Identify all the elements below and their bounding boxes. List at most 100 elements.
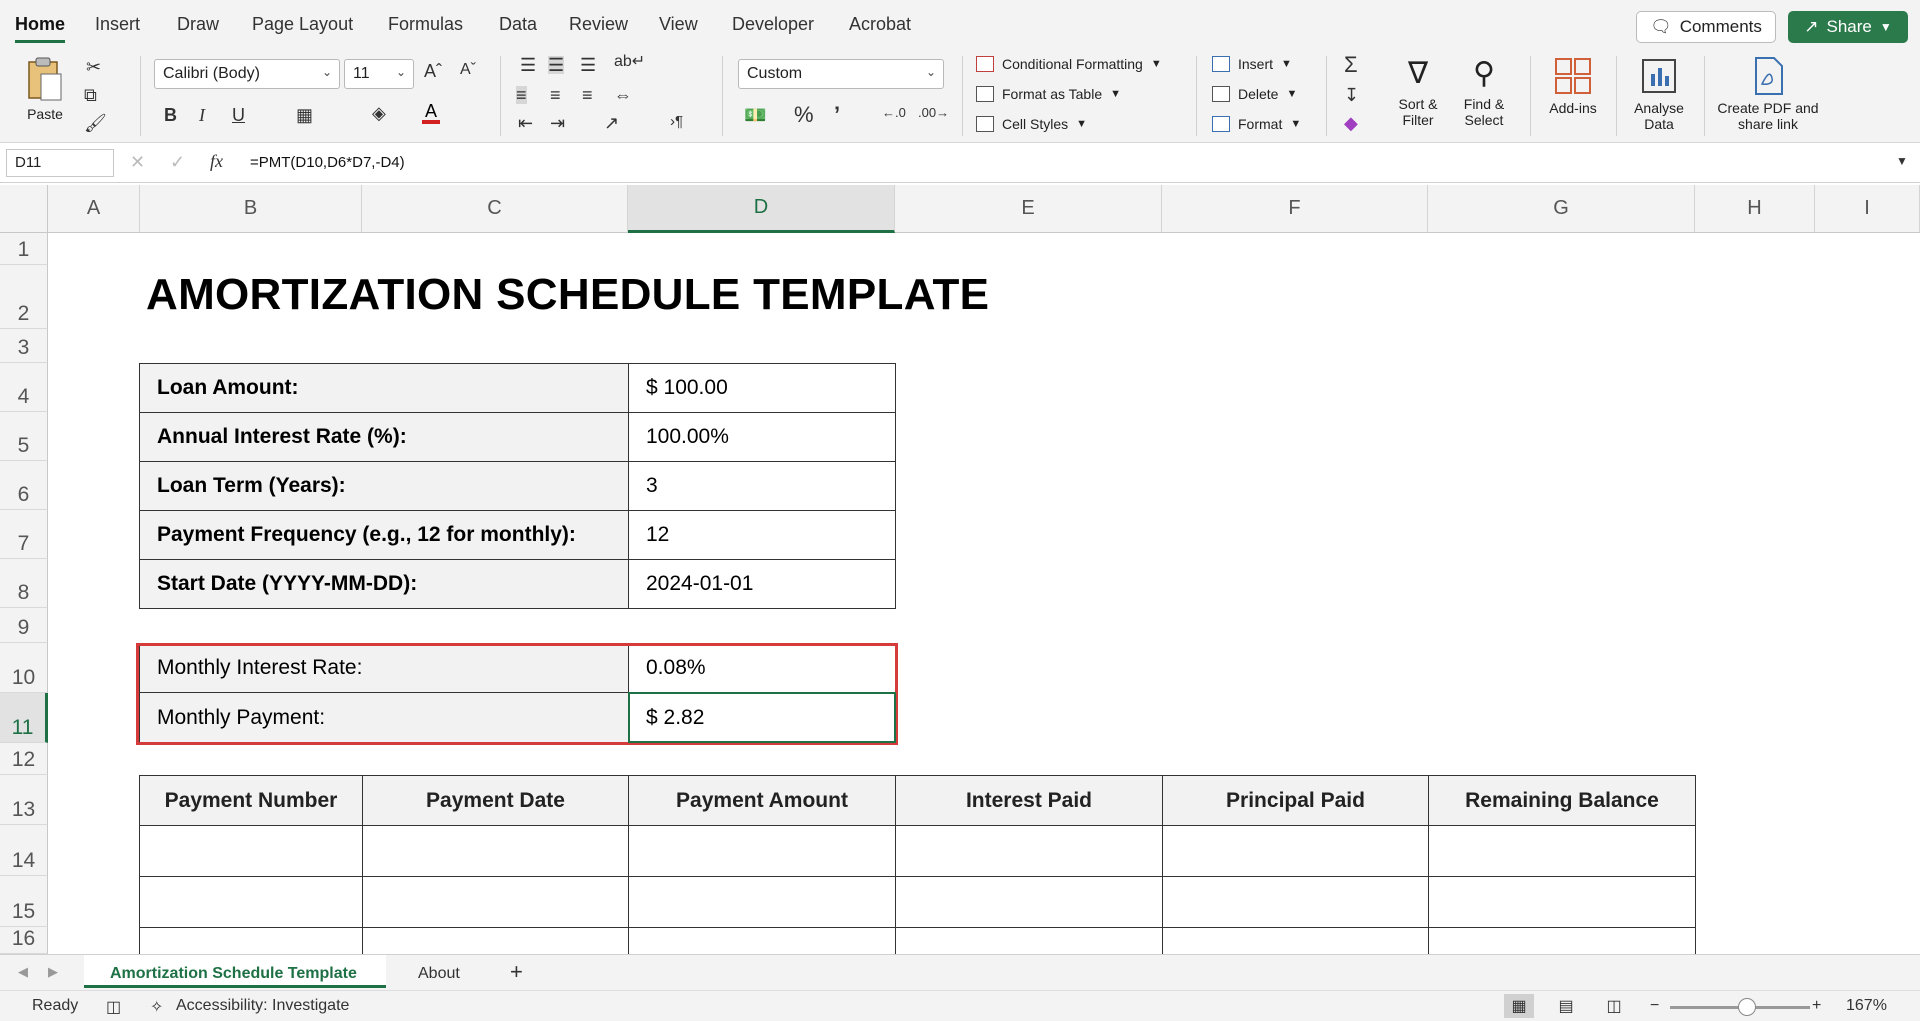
merge-center-icon[interactable]: ⇔: [614, 86, 632, 104]
schedule-cell[interactable]: [362, 825, 629, 877]
select-all-corner[interactable]: [0, 185, 48, 233]
schedule-cell[interactable]: [895, 876, 1163, 928]
align-left-icon[interactable]: ≡: [516, 86, 527, 104]
zoom-in-icon[interactable]: +: [1812, 997, 1821, 1015]
accessibility-icon[interactable]: ✧: [150, 997, 163, 1017]
accessibility-status[interactable]: Accessibility: Investigate: [176, 997, 349, 1015]
schedule-cell[interactable]: [1162, 825, 1429, 877]
row-header-selected[interactable]: 11: [0, 693, 48, 743]
column-header[interactable]: F: [1162, 185, 1428, 233]
formula-input[interactable]: =PMT(D10,D6*D7,-D4): [250, 154, 405, 171]
schedule-header-cell[interactable]: Principal Paid: [1162, 775, 1429, 826]
percent-style-icon[interactable]: %: [794, 104, 814, 126]
tab-draw[interactable]: Draw: [177, 14, 219, 35]
zoom-level[interactable]: 167%: [1846, 997, 1887, 1015]
enter-icon[interactable]: ✓: [170, 153, 185, 171]
tab-view[interactable]: View: [659, 14, 698, 35]
increase-font-icon[interactable]: Aˆ: [424, 62, 442, 80]
column-header[interactable]: H: [1695, 185, 1815, 233]
sheet-tab-amortization[interactable]: Amortization Schedule Template: [110, 965, 357, 983]
insert-function-icon[interactable]: fx: [210, 152, 223, 170]
row-header[interactable]: 4: [0, 363, 48, 412]
expand-formula-icon[interactable]: ▼: [1896, 155, 1908, 167]
cell-styles-button[interactable]: Cell Styles ▼: [976, 116, 1087, 132]
number-format-select[interactable]: Custom ⌄: [738, 59, 944, 89]
schedule-header-cell[interactable]: Payment Amount: [628, 775, 896, 826]
page-layout-view-button[interactable]: ▤: [1551, 994, 1581, 1018]
column-header-selected[interactable]: D: [628, 185, 895, 233]
input-label-cell[interactable]: Start Date (YYYY-MM-DD):: [139, 559, 629, 609]
share-button[interactable]: ↗ Share ▼: [1788, 11, 1908, 43]
sort-filter-button[interactable]: ∇ Sort & Filter: [1390, 56, 1446, 128]
schedule-cell[interactable]: [139, 876, 363, 928]
row-header[interactable]: 5: [0, 412, 48, 461]
borders-icon[interactable]: ▦: [296, 106, 313, 124]
add-ins-button[interactable]: Add-ins: [1542, 56, 1604, 116]
tab-review[interactable]: Review: [569, 14, 628, 35]
italic-button[interactable]: I: [199, 106, 205, 124]
font-name-select[interactable]: Calibri (Body) ⌄: [154, 59, 340, 89]
schedule-header-cell[interactable]: Payment Number: [139, 775, 363, 826]
format-painter-icon[interactable]: 🖌: [84, 114, 107, 132]
row-header[interactable]: 2: [0, 265, 48, 329]
column-header[interactable]: I: [1815, 185, 1920, 233]
increase-indent-icon[interactable]: ⇥: [550, 114, 565, 132]
row-header[interactable]: 15: [0, 876, 48, 927]
accounting-format-icon[interactable]: 💵: [744, 106, 766, 124]
paste-button[interactable]: Paste: [14, 56, 76, 122]
input-value-cell[interactable]: 100.00%: [628, 412, 896, 462]
sheet-title[interactable]: AMORTIZATION SCHEDULE TEMPLATE: [146, 270, 989, 320]
row-header[interactable]: 12: [0, 743, 48, 775]
schedule-cell[interactable]: [628, 876, 896, 928]
font-color-icon[interactable]: A: [422, 102, 441, 124]
tab-insert[interactable]: Insert: [95, 14, 140, 35]
input-label-cell[interactable]: Payment Frequency (e.g., 12 for monthly)…: [139, 510, 629, 560]
insert-cells-button[interactable]: Insert ▼: [1212, 56, 1292, 72]
tab-page-layout[interactable]: Page Layout: [252, 14, 353, 35]
schedule-cell[interactable]: [139, 927, 363, 954]
orientation-icon[interactable]: ↗: [604, 114, 619, 132]
align-right-icon[interactable]: ≡: [582, 86, 593, 104]
scroll-left-icon[interactable]: ◀: [18, 965, 28, 978]
column-header[interactable]: E: [895, 185, 1162, 233]
schedule-cell[interactable]: [1428, 825, 1696, 877]
row-header[interactable]: 1: [0, 233, 48, 265]
fill-color-icon[interactable]: ◈: [372, 104, 386, 122]
input-value-cell[interactable]: $ 100.00: [628, 363, 896, 413]
tab-developer[interactable]: Developer: [732, 14, 814, 35]
tab-acrobat[interactable]: Acrobat: [849, 14, 911, 35]
schedule-cell[interactable]: [628, 825, 896, 877]
wrap-text-icon[interactable]: ab↵: [614, 54, 645, 70]
row-header[interactable]: 8: [0, 559, 48, 608]
format-as-table-button[interactable]: Format as Table ▼: [976, 86, 1121, 102]
autosum-icon[interactable]: Σ: [1344, 54, 1358, 76]
align-middle-icon[interactable]: ☰: [548, 56, 565, 74]
schedule-cell[interactable]: [362, 927, 629, 954]
copy-icon[interactable]: ⧉: [84, 86, 97, 104]
fill-down-icon[interactable]: ↧: [1344, 86, 1359, 104]
align-bottom-icon[interactable]: ☰: [580, 56, 596, 74]
bold-button[interactable]: B: [164, 106, 177, 124]
format-cells-button[interactable]: Format ▼: [1212, 116, 1301, 132]
analyse-data-button[interactable]: Analyse Data: [1628, 56, 1690, 132]
schedule-header-cell[interactable]: Payment Date: [362, 775, 629, 826]
clear-icon[interactable]: ◆: [1344, 114, 1358, 132]
schedule-cell[interactable]: [1162, 927, 1429, 954]
find-select-button[interactable]: ⚲ Find & Select: [1456, 56, 1512, 128]
cut-icon[interactable]: ✂: [86, 58, 101, 76]
schedule-cell[interactable]: [362, 876, 629, 928]
zoom-out-icon[interactable]: −: [1650, 997, 1659, 1015]
comma-style-icon[interactable]: ’: [834, 104, 840, 126]
schedule-cell[interactable]: [1162, 876, 1429, 928]
row-header[interactable]: 13: [0, 775, 48, 825]
schedule-header-cell[interactable]: Interest Paid: [895, 775, 1163, 826]
schedule-header-cell[interactable]: Remaining Balance: [1428, 775, 1696, 826]
increase-decimal-icon[interactable]: ←.0: [882, 106, 906, 119]
schedule-cell[interactable]: [895, 825, 1163, 877]
decrease-decimal-icon[interactable]: .00→: [918, 106, 949, 119]
input-value-cell[interactable]: 12: [628, 510, 896, 560]
schedule-cell[interactable]: [1428, 876, 1696, 928]
schedule-cell[interactable]: [895, 927, 1163, 954]
normal-view-button[interactable]: ▦: [1504, 994, 1534, 1018]
underline-button[interactable]: U: [232, 106, 245, 124]
